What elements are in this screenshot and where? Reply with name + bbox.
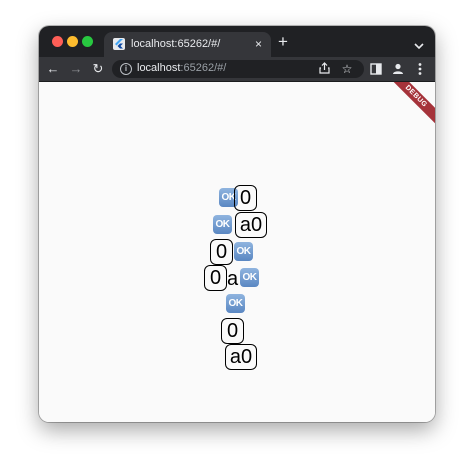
forward-button[interactable]: → — [68, 61, 84, 77]
bordered-text-box: 0 — [234, 185, 257, 211]
browser-window: localhost:65262/#/ × + ← → ↻ i localhost… — [39, 26, 435, 422]
profile-icon[interactable] — [390, 61, 406, 77]
url-host: localhost — [137, 62, 181, 74]
zoom-window-button[interactable] — [82, 36, 93, 47]
ok-emoji: OK — [240, 268, 259, 287]
browser-toolbar: ← → ↻ i localhost:65262/#/ ☆ — [39, 57, 435, 82]
close-window-button[interactable] — [52, 36, 63, 47]
bordered-text-box: a0 — [235, 212, 267, 238]
bookmark-star-icon[interactable]: ☆ — [340, 62, 354, 76]
address-bar[interactable]: i localhost:65262/#/ ☆ — [112, 60, 364, 78]
chevron-down-icon[interactable] — [414, 37, 424, 55]
share-icon[interactable] — [317, 62, 331, 76]
ok-emoji: OK — [234, 242, 253, 261]
bordered-text-box: 0 — [221, 318, 244, 344]
side-panel-icon[interactable] — [368, 61, 384, 77]
flutter-icon — [113, 38, 125, 50]
reload-button[interactable]: ↻ — [90, 61, 106, 77]
title-bar: localhost:65262/#/ × + — [39, 26, 435, 57]
app-content: DEBUG OK 0 OK a0 0 OK 0 a OK OK 0 a0 — [39, 82, 435, 422]
url-rest: :65262/#/ — [180, 62, 227, 74]
tab-close-icon[interactable]: × — [255, 37, 262, 51]
ok-emoji: OK — [213, 215, 232, 234]
info-icon[interactable]: i — [120, 63, 132, 75]
tab-title: localhost:65262/#/ — [131, 38, 221, 50]
bordered-text-box: 0 — [204, 265, 227, 291]
url-text[interactable]: localhost:65262/#/ — [137, 62, 226, 74]
new-tab-button[interactable]: + — [278, 33, 288, 50]
debug-banner: DEBUG — [387, 82, 435, 126]
tab-active[interactable]: localhost:65262/#/ × — [104, 32, 271, 57]
bordered-text-box: 0 — [210, 239, 233, 265]
overlap-letter: a — [227, 268, 239, 290]
more-menu-icon[interactable] — [412, 61, 428, 77]
bordered-text-box: a0 — [225, 344, 257, 370]
back-button[interactable]: ← — [45, 61, 61, 77]
minimize-window-button[interactable] — [67, 36, 78, 47]
ok-emoji: OK — [226, 294, 245, 313]
